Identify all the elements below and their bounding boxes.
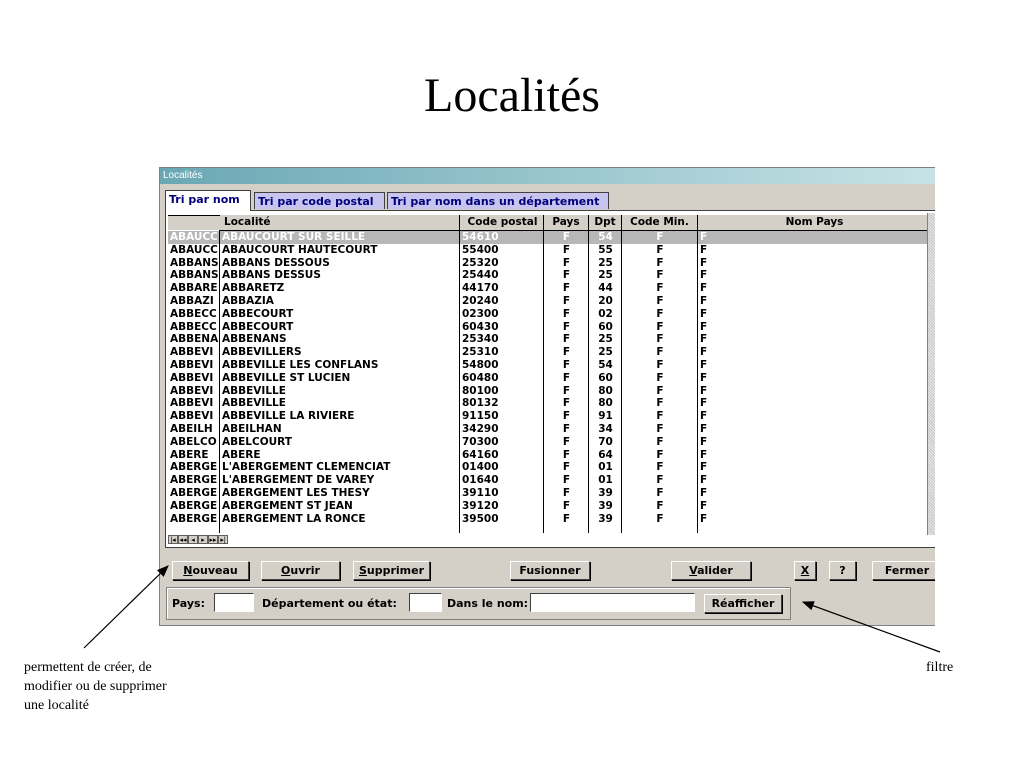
arrow-to-filter [801,601,941,653]
arrow-to-buttons [83,565,169,649]
tab-tri-par-nom[interactable]: Tri par nom [165,190,251,211]
annotation-arrows [83,565,941,653]
annotation-left: permettent de créer, de modifier ou de s… [24,660,167,713]
annotation-right: filtre [926,660,954,675]
